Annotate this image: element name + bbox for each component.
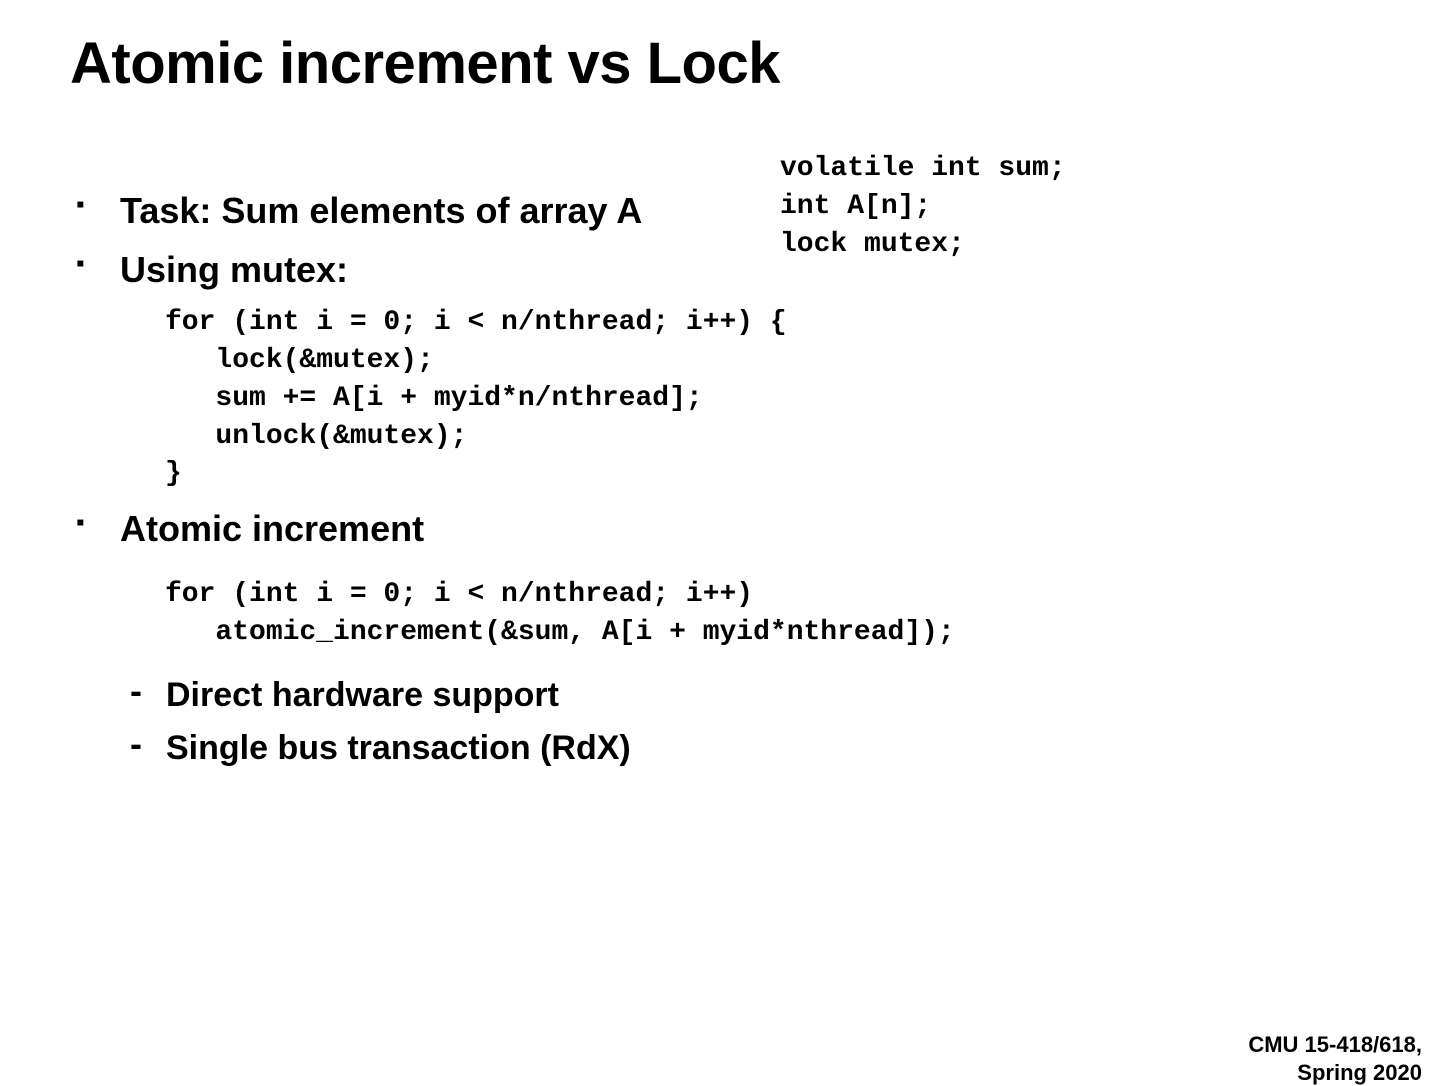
slide: Atomic increment vs Lock volatile int su… xyxy=(0,0,1440,775)
sub-bullet-list: Direct hardware support Single bus trans… xyxy=(126,669,1370,774)
bullet-task: Task: Sum elements of array A xyxy=(70,187,1370,236)
atomic-code: for (int i = 0; i < n/nthread; i++) atom… xyxy=(165,576,1370,652)
sub-bullet-bus: Single bus transaction (RdX) xyxy=(126,722,1370,775)
footer-term: Spring 2020 xyxy=(1248,1059,1422,1086)
footer: CMU 15-418/618, Spring 2020 xyxy=(1248,1031,1422,1086)
sub-bullet-hardware: Direct hardware support xyxy=(126,669,1370,722)
slide-title: Atomic increment vs Lock xyxy=(70,30,1370,97)
bullet-list: Task: Sum elements of array A Using mute… xyxy=(70,187,1370,294)
bullet-using-mutex: Using mutex: xyxy=(70,246,1370,295)
bullet-list-2: Atomic increment xyxy=(70,505,1370,554)
bullet-atomic: Atomic increment xyxy=(70,505,1370,554)
mutex-code: for (int i = 0; i < n/nthread; i++) { lo… xyxy=(165,304,1370,493)
footer-course: CMU 15-418/618, xyxy=(1248,1031,1422,1059)
